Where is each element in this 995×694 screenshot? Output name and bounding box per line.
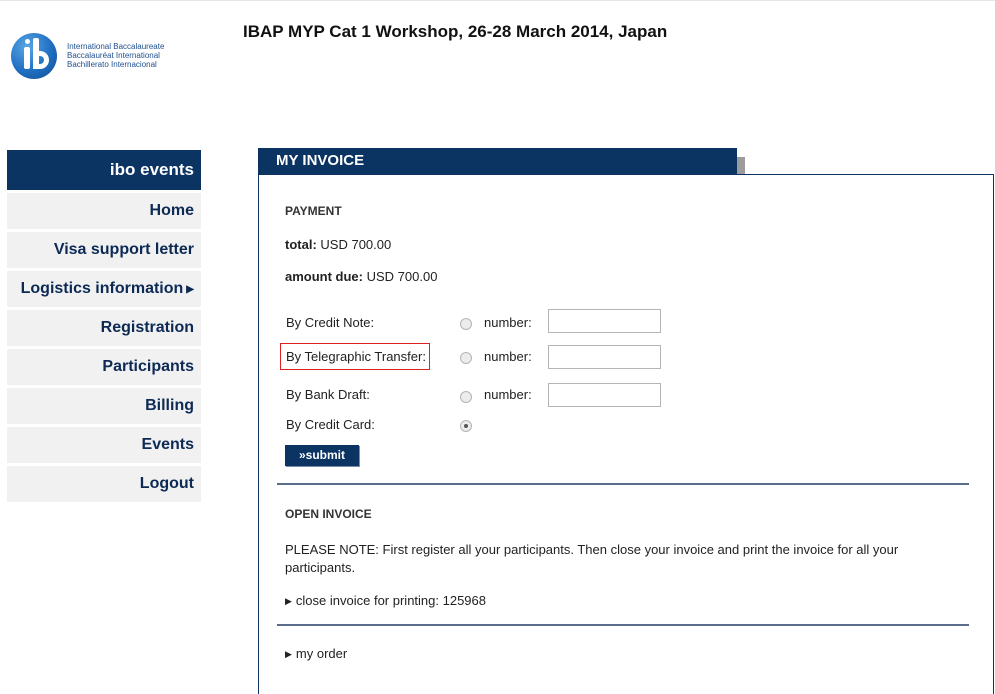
credit-card-label: By Credit Card: <box>286 417 375 432</box>
sidebar-item-label: Registration <box>100 319 194 336</box>
sidebar-item-label: Visa support letter <box>53 241 194 258</box>
ib-logo-mark <box>11 33 57 79</box>
link-arrow-icon: ▶ <box>285 596 292 606</box>
sidebar-item-logistics-information[interactable]: Logistics information ▶ <box>7 271 201 307</box>
sidebar-nav: ibo events Home Visa support letter Logi… <box>7 150 201 505</box>
sidebar-item-label: Events <box>141 436 194 453</box>
close-invoice-link[interactable]: ▶ close invoice for printing: 125968 <box>285 593 486 608</box>
register-note: PLEASE NOTE: First register all your par… <box>285 542 899 575</box>
top-border <box>0 0 995 1</box>
payment-heading: PAYMENT <box>285 204 342 218</box>
sidebar-item-registration[interactable]: Registration <box>7 310 201 346</box>
sidebar-item-logout[interactable]: Logout <box>7 466 201 502</box>
telegraphic-transfer-number-label: number: <box>484 349 532 364</box>
logo-line-fr: Baccalauréat International <box>67 51 160 60</box>
section-divider <box>277 624 969 626</box>
telegraphic-transfer-number-input[interactable] <box>548 345 661 369</box>
credit-note-number-label: number: <box>484 315 532 330</box>
ib-logo[interactable]: International Baccalaureate Baccalauréat… <box>11 33 201 85</box>
sidebar-item-participants[interactable]: Participants <box>7 349 201 385</box>
logo-line-es: Bachillerato Internacional <box>67 60 157 69</box>
logo-line-en: International Baccalaureate <box>67 42 165 51</box>
open-invoice-heading: OPEN INVOICE <box>285 507 372 521</box>
invoice-title-bar: MY INVOICE <box>258 148 737 175</box>
sidebar-item-label: Logistics information <box>20 280 184 297</box>
bank-draft-label: By Bank Draft: <box>286 387 370 402</box>
submit-button[interactable]: »submit <box>285 445 359 466</box>
title-bar-shadow <box>737 157 745 175</box>
bank-draft-radio[interactable] <box>460 391 472 403</box>
bank-draft-number-label: number: <box>484 387 532 402</box>
amount-due-line: amount due: USD 700.00 <box>285 269 437 284</box>
amount-due-value: USD 700.00 <box>366 269 438 284</box>
credit-card-radio[interactable] <box>460 420 472 432</box>
credit-note-label: By Credit Note: <box>286 315 375 330</box>
sidebar-item-visa-support-letter[interactable]: Visa support letter <box>7 232 201 268</box>
sidebar-header: ibo events <box>7 150 201 190</box>
my-order-link-text: my order <box>295 646 348 661</box>
credit-note-number-input[interactable] <box>548 309 661 333</box>
telegraphic-transfer-radio[interactable] <box>460 352 472 364</box>
sidebar-item-label: Logout <box>139 475 194 492</box>
sidebar-item-label: Home <box>149 202 194 219</box>
submenu-arrow-icon: ▶ <box>186 284 194 295</box>
total-value: USD 700.00 <box>320 237 392 252</box>
total-line: total: USD 700.00 <box>285 237 391 252</box>
sidebar-item-events[interactable]: Events <box>7 427 201 463</box>
bank-draft-number-input[interactable] <box>548 383 661 407</box>
page-title: IBAP MYP Cat 1 Workshop, 26-28 March 201… <box>243 22 668 41</box>
total-label: total: <box>285 237 317 252</box>
telegraphic-transfer-label: By Telegraphic Transfer: <box>280 343 430 370</box>
link-arrow-icon: ▶ <box>285 649 292 659</box>
close-invoice-link-text: close invoice for printing: 125968 <box>295 593 486 608</box>
sidebar-item-label: Billing <box>145 397 194 414</box>
credit-note-radio[interactable] <box>460 318 472 330</box>
ib-logo-text: International Baccalaureate Baccalauréat… <box>67 42 207 69</box>
sidebar-item-label: Participants <box>102 358 194 375</box>
invoice-title: MY INVOICE <box>276 152 365 169</box>
invoice-panel <box>258 174 994 694</box>
sidebar-item-home[interactable]: Home <box>7 193 201 229</box>
my-order-link[interactable]: ▶ my order <box>285 646 347 661</box>
amount-due-label: amount due: <box>285 269 363 284</box>
sidebar-item-billing[interactable]: Billing <box>7 388 201 424</box>
section-divider <box>277 483 969 485</box>
